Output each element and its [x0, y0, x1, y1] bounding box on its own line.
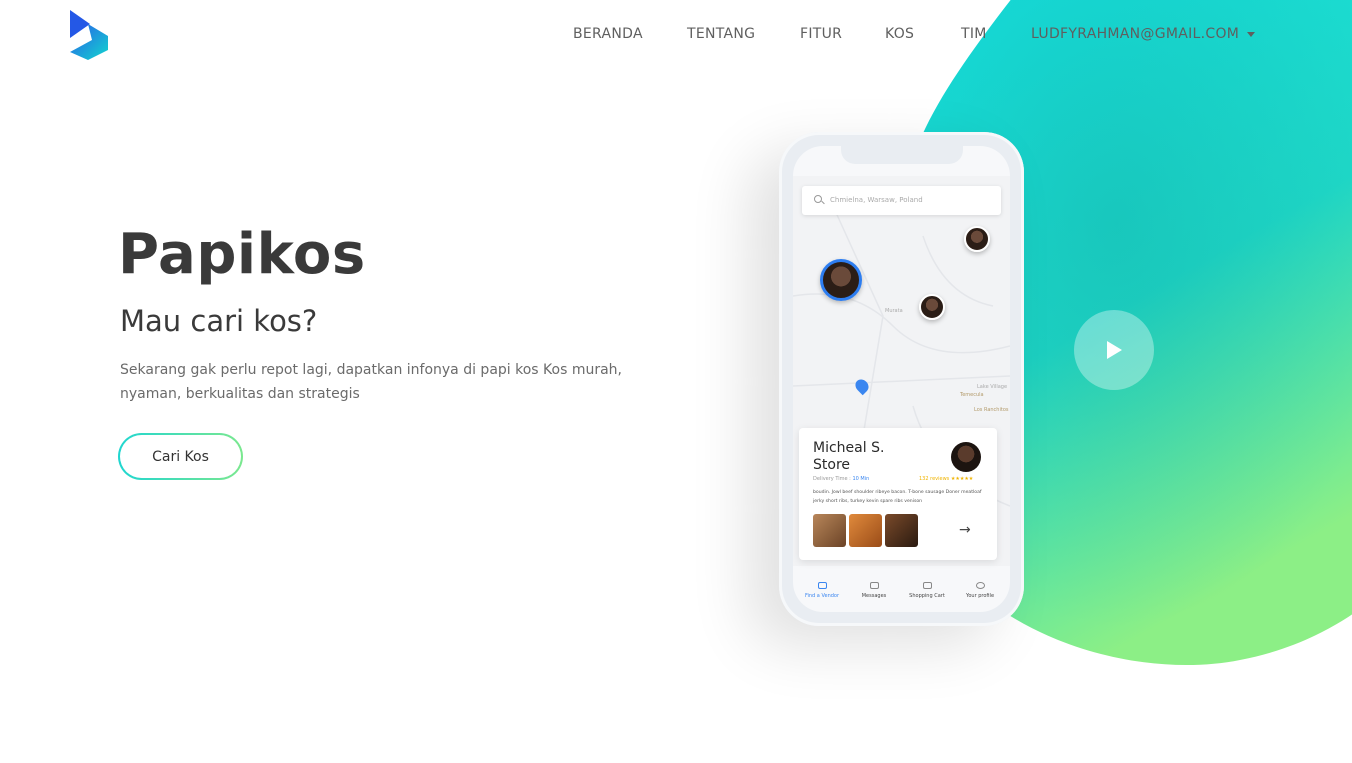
user-menu-dropdown[interactable]: LUDFYRAHMAN@GMAIL.COM	[1031, 26, 1256, 42]
delivery-time-value: 10 Min	[852, 476, 870, 482]
phone-screen: Murata Lake Village Temecula Los Ranchit…	[793, 146, 1010, 612]
map-marker-avatar[interactable]	[919, 294, 945, 320]
nav-item-kos[interactable]: KOS	[885, 26, 914, 42]
tab-find-vendor[interactable]: Find a Vendor	[797, 582, 847, 599]
product-thumbnail[interactable]	[849, 514, 882, 547]
tab-shopping-cart[interactable]: Shopping Cart	[902, 582, 952, 599]
message-icon	[869, 582, 879, 589]
map-label-lake-village: Lake Village	[977, 384, 1008, 390]
nav-item-fitur[interactable]: FITUR	[800, 26, 842, 42]
search-placeholder: Chmielna, Warsaw, Poland	[830, 196, 923, 204]
hero-description: Sekarang gak perlu repot lagi, dapatkan …	[120, 362, 623, 402]
arrow-right-icon[interactable]: →	[959, 522, 971, 538]
store-avatar	[951, 442, 981, 472]
play-video-button[interactable]	[1074, 310, 1154, 390]
nav-item-beranda[interactable]: BERANDA	[573, 26, 643, 42]
product-thumbnail[interactable]	[885, 514, 918, 547]
main-nav: BERANDA TENTANG FITUR KOS TIM LUDFYRAHMA…	[0, 26, 1352, 46]
cari-kos-label: Cari Kos	[152, 448, 209, 465]
delivery-time-label: Delivery Time :	[813, 476, 851, 482]
map-label-temecula: Temecula	[960, 392, 984, 398]
tab-profile[interactable]: Your profile	[955, 582, 1005, 599]
store-rating: 132 reviews ★★★★★	[919, 476, 973, 482]
store-card[interactable]: Micheal S. Store Delivery Time : 10 Min …	[799, 428, 997, 560]
map-label-los-ranchitos: Los Ranchitos	[974, 407, 1009, 413]
store-description: boudin. Jowl beef shoulder ribeye bacon.…	[813, 490, 982, 504]
tab-label: Shopping Cart	[909, 593, 945, 599]
phone-notch	[841, 146, 963, 164]
hero-title: Papikos	[118, 222, 366, 287]
cari-kos-button[interactable]: Cari Kos	[118, 433, 243, 480]
user-email: LUDFYRAHMAN@GMAIL.COM	[1031, 26, 1240, 42]
phone-tab-bar: Find a Vendor Messages Shopping Cart You…	[793, 576, 1010, 612]
map-marker-avatar[interactable]	[820, 259, 862, 301]
play-icon	[1107, 341, 1122, 359]
map-label-murata: Murata	[885, 308, 903, 314]
product-thumbnail[interactable]	[813, 514, 846, 547]
tab-label: Your profile	[965, 593, 995, 599]
nav-item-tentang[interactable]: TENTANG	[687, 26, 755, 42]
user-icon	[975, 582, 985, 589]
hero-subtitle: Mau cari kos?	[120, 304, 318, 338]
delivery-time: Delivery Time : 10 Min	[813, 476, 869, 482]
store-name: Micheal S. Store	[813, 440, 885, 473]
nav-item-tim[interactable]: TIM	[961, 26, 987, 42]
map-search-input[interactable]: Chmielna, Warsaw, Poland	[802, 186, 1001, 215]
tab-label: Messages	[861, 593, 887, 599]
map-marker-avatar[interactable]	[964, 226, 990, 252]
tab-label: Find a Vendor	[804, 593, 840, 599]
phone-mockup: Murata Lake Village Temecula Los Ranchit…	[779, 132, 1024, 626]
search-icon	[814, 195, 822, 203]
review-count: 132 reviews	[919, 476, 950, 482]
star-rating-icon: ★★★★★	[950, 476, 974, 482]
cart-icon	[922, 582, 932, 589]
caret-down-icon	[1247, 31, 1256, 37]
vendor-icon	[817, 582, 827, 589]
tab-messages[interactable]: Messages	[849, 582, 899, 599]
